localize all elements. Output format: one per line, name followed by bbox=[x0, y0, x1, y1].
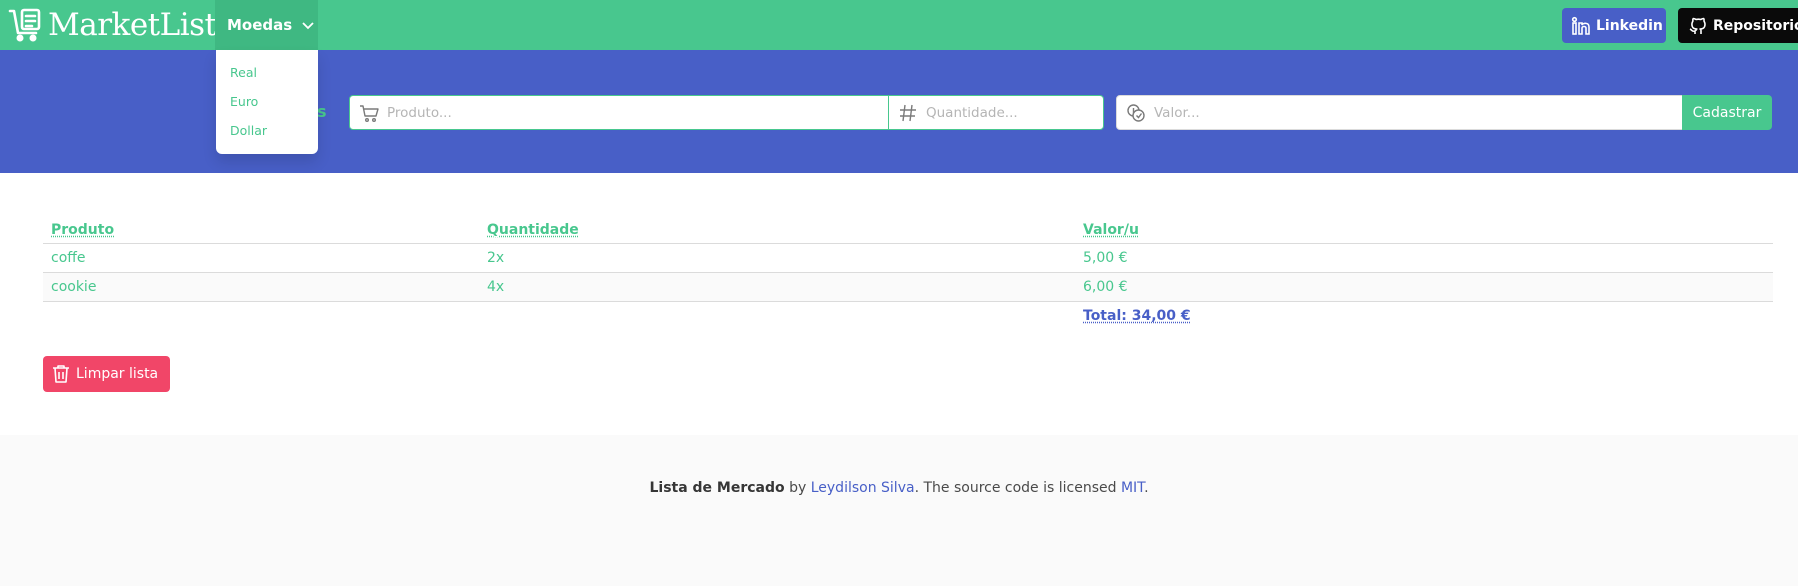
trash-icon bbox=[52, 364, 70, 384]
total-row: Total: 34,00 € bbox=[43, 301, 1773, 330]
cell-quantidade: 4x bbox=[479, 272, 1075, 301]
header-quantidade: Quantidade bbox=[479, 218, 1075, 243]
currency-option-euro[interactable]: Euro bbox=[216, 87, 318, 116]
currency-option-dollar[interactable]: Dollar bbox=[216, 116, 318, 145]
quantidade-input[interactable]: Quantidade... bbox=[888, 95, 1104, 130]
clear-list-button[interactable]: Limpar lista bbox=[43, 356, 170, 392]
repository-button[interactable]: Repositorio bbox=[1678, 8, 1798, 43]
moedas-dropdown: Real Euro Dollar bbox=[216, 50, 318, 154]
clear-list-label: Limpar lista bbox=[76, 366, 158, 382]
quantidade-placeholder: Quantidade... bbox=[926, 105, 1018, 121]
repository-label: Repositorio bbox=[1713, 18, 1798, 34]
chevron-down-icon bbox=[301, 18, 315, 32]
currency-option-real[interactable]: Real bbox=[216, 58, 318, 87]
header-valor: Valor/u bbox=[1075, 218, 1773, 243]
table-row: cookie 4x 6,00 € bbox=[43, 272, 1773, 301]
linkedin-button[interactable]: Linkedin bbox=[1562, 8, 1666, 43]
github-icon bbox=[1688, 16, 1708, 36]
navbar: MarketList Moedas Linkedin Repositorio bbox=[0, 0, 1798, 50]
cell-valor: 6,00 € bbox=[1075, 272, 1773, 301]
cart-icon bbox=[359, 103, 379, 123]
form-label: s bbox=[317, 102, 327, 121]
produto-input[interactable]: Produto... bbox=[349, 95, 889, 130]
table-row: coffe 2x 5,00 € bbox=[43, 243, 1773, 272]
hash-icon bbox=[898, 103, 918, 123]
cell-produto: cookie bbox=[43, 272, 479, 301]
list-section: Produto Quantidade Valor/u coffe 2x 5,00… bbox=[0, 173, 1798, 435]
moedas-menu[interactable]: Moedas bbox=[215, 0, 318, 50]
produto-placeholder: Produto... bbox=[387, 105, 452, 121]
footer-text: Lista de Mercado by Leydilson Silva. The… bbox=[0, 480, 1798, 496]
header-produto: Produto bbox=[43, 218, 479, 243]
valor-input[interactable]: Valor... bbox=[1116, 95, 1683, 130]
moedas-label: Moedas bbox=[227, 16, 292, 34]
table-header-row: Produto Quantidade Valor/u bbox=[43, 218, 1773, 243]
linkedin-icon bbox=[1571, 16, 1591, 36]
author-link[interactable]: Leydilson Silva bbox=[811, 480, 915, 496]
linkedin-label: Linkedin bbox=[1596, 18, 1663, 34]
coins-icon bbox=[1126, 103, 1146, 123]
product-table: Produto Quantidade Valor/u coffe 2x 5,00… bbox=[43, 218, 1773, 330]
cart-list-icon bbox=[8, 7, 44, 43]
cadastrar-button[interactable]: Cadastrar bbox=[1682, 95, 1772, 130]
valor-placeholder: Valor... bbox=[1154, 105, 1200, 121]
cell-valor: 5,00 € bbox=[1075, 243, 1773, 272]
total-value: Total: 34,00 € bbox=[1083, 308, 1191, 324]
footer: Lista de Mercado by Leydilson Silva. The… bbox=[0, 435, 1798, 586]
footer-title: Lista de Mercado bbox=[649, 480, 784, 496]
brand-name: MarketList bbox=[48, 7, 217, 43]
cell-produto: coffe bbox=[43, 243, 479, 272]
brand[interactable]: MarketList bbox=[8, 4, 217, 46]
license-link[interactable]: MIT bbox=[1121, 480, 1144, 496]
cell-quantidade: 2x bbox=[479, 243, 1075, 272]
